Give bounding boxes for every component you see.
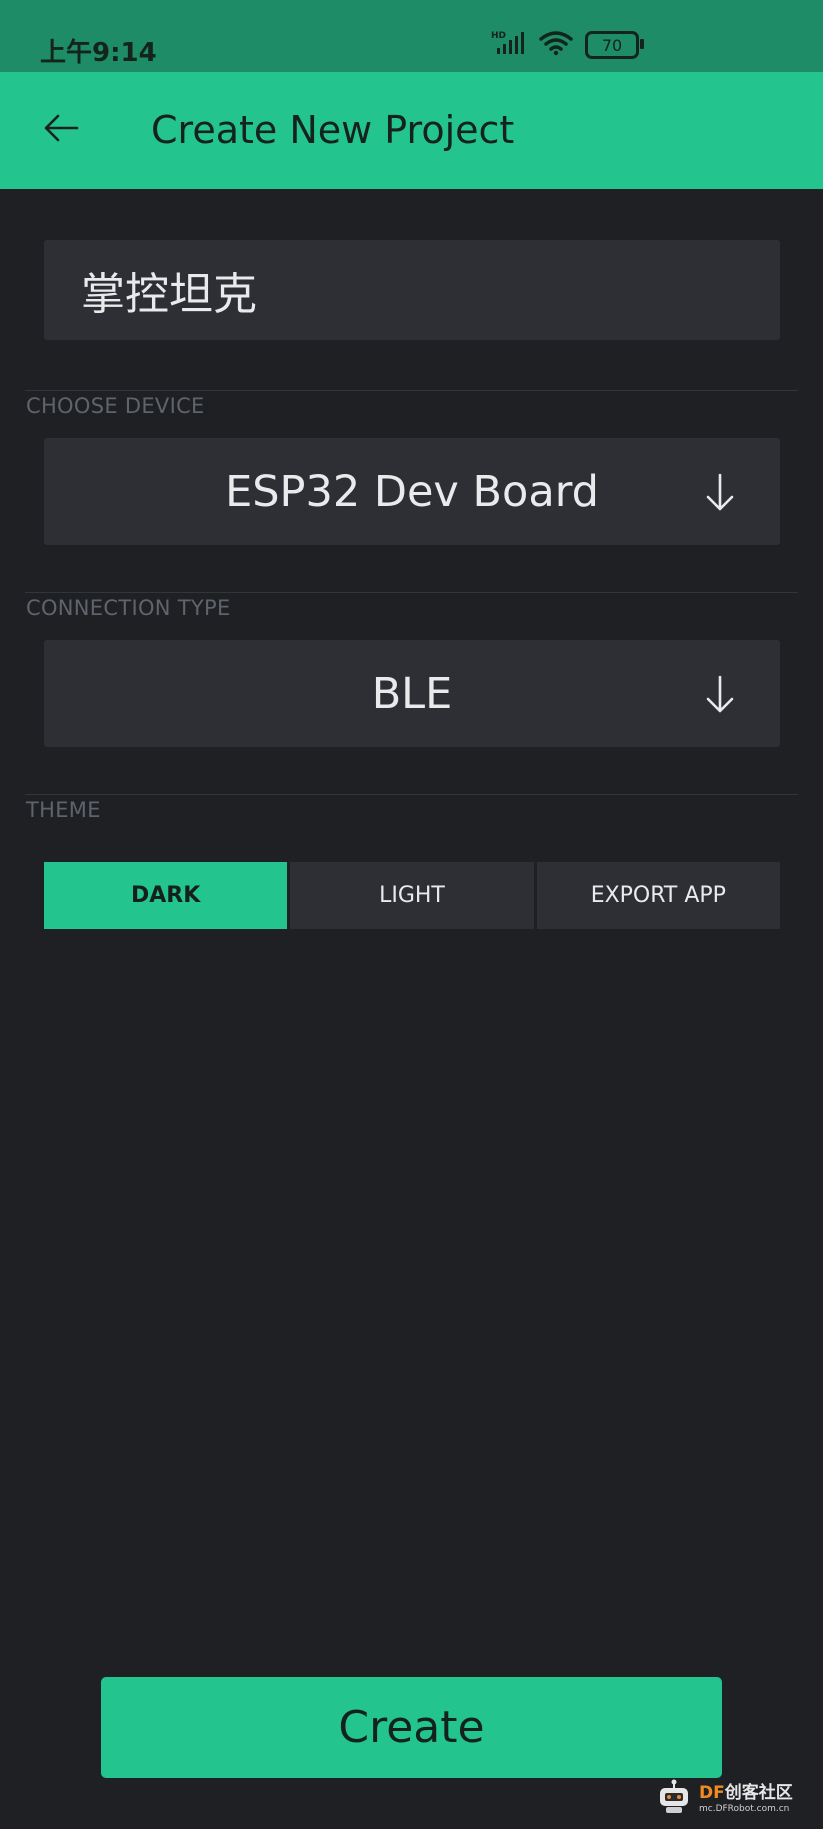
device-select[interactable]: ESP32 Dev Board: [44, 438, 780, 545]
export-app-button[interactable]: EXPORT APP: [536, 862, 780, 929]
status-bar: 上午9:14 HD 70: [0, 0, 823, 72]
project-name-field[interactable]: [44, 240, 780, 340]
theme-light-button[interactable]: LIGHT: [290, 862, 534, 929]
arrow-down-icon: [702, 674, 738, 714]
watermark-brand: DF创客社区: [699, 1782, 793, 1803]
choose-device-label: CHOOSE DEVICE: [26, 394, 205, 418]
theme-dark-button[interactable]: DARK: [44, 862, 288, 929]
connection-select-value: BLE: [371, 668, 453, 719]
watermark-text: DF创客社区 mc.DFRobot.com.cn: [699, 1782, 793, 1814]
divider: [25, 390, 798, 391]
svg-text:HD: HD: [491, 31, 506, 41]
arrow-down-icon: [702, 472, 738, 512]
battery-level: 70: [601, 35, 623, 55]
signal-icon: HD: [491, 30, 527, 60]
device-select-value: ESP32 Dev Board: [225, 466, 599, 517]
connection-type-label: CONNECTION TYPE: [26, 596, 231, 620]
arrow-left-icon: [43, 113, 79, 147]
page-title: Create New Project: [151, 108, 515, 152]
status-icons: HD 70: [491, 30, 644, 60]
battery-icon: 70: [585, 31, 644, 59]
watermark-url: mc.DFRobot.com.cn: [699, 1803, 790, 1814]
project-name-input[interactable]: [79, 263, 780, 317]
app-bar: Create New Project: [0, 72, 823, 189]
theme-selector: DARK LIGHT EXPORT APP: [44, 862, 780, 929]
connection-select[interactable]: BLE: [44, 640, 780, 747]
theme-label: THEME: [26, 798, 101, 822]
back-button[interactable]: [34, 100, 88, 160]
create-button[interactable]: Create: [101, 1677, 722, 1778]
divider: [25, 794, 798, 795]
watermark: DF创客社区 mc.DFRobot.com.cn: [655, 1777, 805, 1821]
divider: [25, 592, 798, 593]
robot-logo-icon: [655, 1778, 693, 1820]
wifi-icon: [539, 30, 573, 60]
status-time: 上午9:14: [40, 38, 157, 68]
